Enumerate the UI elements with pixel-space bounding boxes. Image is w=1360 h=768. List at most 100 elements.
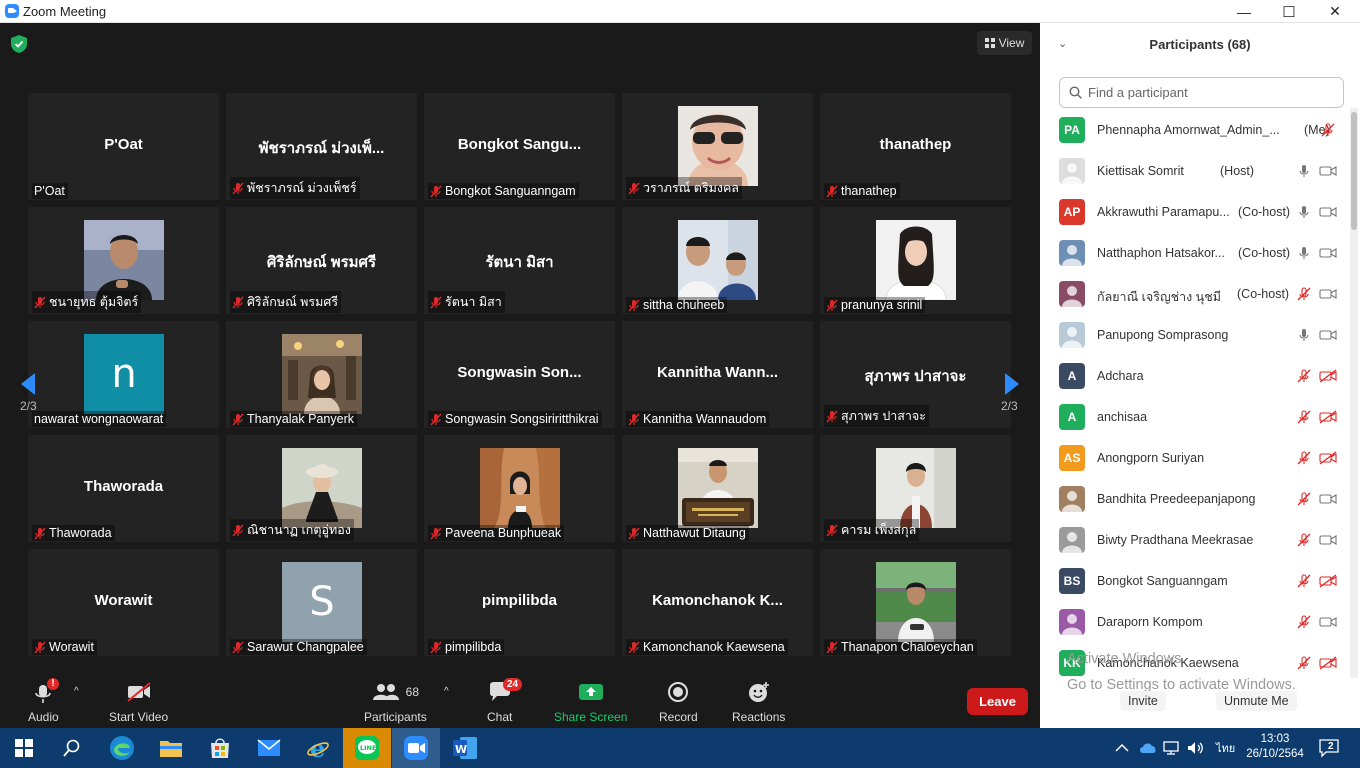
participant-video-tile[interactable]: Thaworada Thaworada — [28, 435, 219, 542]
show-hidden-icons-chevron-icon[interactable] — [1115, 728, 1129, 768]
participant-list-item[interactable]: Natthaphon Hatsakor... (Co-host) — [1040, 233, 1350, 274]
leave-button[interactable]: Leave — [967, 688, 1028, 715]
participant-video-tile[interactable]: pranunya srinil — [820, 207, 1011, 314]
video-camera-icon[interactable] — [1319, 533, 1337, 547]
participant-list-item[interactable]: A Adchara — [1040, 356, 1350, 397]
participant-list-item[interactable]: Bandhita Preedeepanjapong — [1040, 479, 1350, 520]
participant-list-item[interactable]: Kiettisak Somrit (Host) — [1040, 151, 1350, 192]
mail-icon[interactable] — [245, 728, 293, 768]
onedrive-cloud-icon[interactable] — [1139, 728, 1157, 768]
security-shield-icon[interactable] — [11, 35, 27, 53]
video-camera-icon[interactable] — [1319, 492, 1337, 506]
participant-list-item[interactable]: Aanchisaa — [1040, 397, 1350, 438]
participant-video-tile[interactable]: Kamonchanok K... Kamonchanok Kaewsena — [622, 549, 813, 656]
participant-video-tile[interactable]: pimpilibda pimpilibda — [424, 549, 615, 656]
microphone-icon[interactable] — [1297, 164, 1311, 178]
windows-start-icon[interactable] — [0, 728, 48, 768]
participant-video-tile[interactable]: sittha chuheeb — [622, 207, 813, 314]
muted-microphone-icon[interactable] — [1297, 615, 1311, 629]
video-camera-icon[interactable] — [1319, 205, 1337, 219]
line-app-icon[interactable]: LINE — [343, 728, 391, 768]
scrollbar-thumb[interactable] — [1351, 112, 1357, 230]
participant-list-item[interactable]: AS Anongporn Suriyan — [1040, 438, 1350, 479]
muted-microphone-icon[interactable] — [1297, 656, 1311, 670]
microsoft-store-icon[interactable] — [196, 728, 244, 768]
muted-microphone-icon[interactable] — [1297, 287, 1311, 301]
participant-video-tile[interactable]: Thanyalak Panyerk — [226, 321, 417, 428]
volume-icon[interactable] — [1187, 728, 1205, 768]
participant-list-item[interactable]: BS Bongkot Sanguanngam — [1040, 561, 1350, 602]
minimize-button[interactable]: — — [1221, 0, 1267, 23]
video-off-icon[interactable] — [1319, 410, 1337, 424]
close-button[interactable]: ✕ — [1312, 0, 1358, 23]
participant-list-item[interactable]: PA Phennapha Amornwat_Admin_... (Me) — [1040, 110, 1350, 151]
video-camera-icon[interactable] — [1319, 164, 1337, 178]
participant-list-item[interactable]: กัลยาณี เจริญช่าง นุชมี (Co-host) — [1040, 274, 1350, 315]
record-button[interactable]: Record — [659, 678, 698, 724]
participant-video-tile[interactable]: พัชราภรณ์ ม่วงเพ็... พัชราภรณ์ ม่วงเพ็ชร์ — [226, 93, 417, 200]
participant-video-tile[interactable]: ชนายุทธ ตุ้มจิตร์ — [28, 207, 219, 314]
microphone-icon[interactable] — [1297, 328, 1311, 342]
muted-microphone-icon[interactable] — [1321, 123, 1335, 137]
input-language-indicator[interactable]: ไทย — [1216, 728, 1235, 768]
participant-video-tile[interactable]: n nawarat wongnaowarat — [28, 321, 219, 428]
video-off-icon[interactable] — [1319, 369, 1337, 383]
participant-list-item[interactable]: AP Akkrawuthi Paramapu... (Co-host) — [1040, 192, 1350, 233]
muted-microphone-icon[interactable] — [1297, 533, 1311, 547]
video-camera-icon[interactable] — [1319, 328, 1337, 342]
invite-button[interactable]: Invite — [1120, 691, 1166, 711]
maximize-button[interactable]: ☐ — [1266, 0, 1312, 23]
muted-microphone-icon[interactable] — [1297, 574, 1311, 588]
edge-browser-icon[interactable] — [98, 728, 146, 768]
participant-video-tile[interactable]: Songwasin Son... Songwasin Songsiriritthi… — [424, 321, 615, 428]
muted-microphone-icon[interactable] — [1297, 369, 1311, 383]
participant-video-tile[interactable]: thanathep thanathep — [820, 93, 1011, 200]
participant-video-tile[interactable]: S Sarawut Changpalee — [226, 549, 417, 656]
participant-video-tile[interactable]: Natthawut Ditaung — [622, 435, 813, 542]
participant-list-item[interactable]: Biwty Pradthana Meekrasae — [1040, 520, 1350, 561]
participant-video-tile[interactable]: P'Oat P'Oat — [28, 93, 219, 200]
participant-video-tile[interactable]: ศิริลักษณ์ พรมศรี ศิริลักษณ์ พรมศรี — [226, 207, 417, 314]
participant-list-item[interactable]: Panupong Somprasong — [1040, 315, 1350, 356]
participant-video-tile[interactable]: วราภรณ์ ตริมงคล — [622, 93, 813, 200]
view-button[interactable]: View — [977, 31, 1032, 55]
file-explorer-icon[interactable] — [147, 728, 195, 768]
participant-video-tile[interactable]: Worawit Worawit — [28, 549, 219, 656]
participant-video-tile[interactable]: Thanapon Chaloeychan — [820, 549, 1011, 656]
network-icon[interactable] — [1163, 728, 1179, 768]
taskbar-clock[interactable]: 13:03 26/10/2564 — [1245, 732, 1305, 762]
muted-microphone-icon[interactable] — [1297, 451, 1311, 465]
participants-options-caret-icon[interactable]: ^ — [444, 686, 449, 697]
video-off-icon[interactable] — [1319, 574, 1337, 588]
audio-options-caret-icon[interactable]: ^ — [74, 686, 79, 697]
participant-list-item[interactable]: Daraporn Kompom — [1040, 602, 1350, 643]
word-icon[interactable]: W — [441, 728, 489, 768]
search-taskbar-icon[interactable] — [48, 728, 96, 768]
reactions-button[interactable]: Reactions — [732, 678, 785, 724]
participant-video-tile[interactable]: ณิชานาฏ เกตุอู่ทอง — [226, 435, 417, 542]
video-off-icon[interactable] — [1319, 656, 1337, 670]
video-camera-icon[interactable] — [1319, 287, 1337, 301]
muted-microphone-icon[interactable] — [1297, 410, 1311, 424]
participant-video-tile[interactable]: คารม เพ็งสกุล — [820, 435, 1011, 542]
participants-button[interactable]: 68 Participants — [364, 678, 427, 724]
participant-video-tile[interactable]: รัตนา มิสา รัตนา มิสา — [424, 207, 615, 314]
participant-video-tile[interactable]: Kannitha Wann... Kannitha Wannaudom — [622, 321, 813, 428]
microphone-icon[interactable] — [1297, 246, 1311, 260]
video-camera-icon[interactable] — [1319, 246, 1337, 260]
video-camera-icon[interactable] — [1319, 615, 1337, 629]
internet-explorer-icon[interactable]: e — [294, 728, 342, 768]
video-off-icon[interactable] — [1319, 451, 1337, 465]
share-screen-button[interactable]: Share Screen — [554, 678, 627, 724]
participant-search-input[interactable]: Find a participant — [1059, 77, 1344, 108]
unmute-me-button[interactable]: Unmute Me — [1216, 691, 1297, 711]
microphone-icon[interactable] — [1297, 205, 1311, 219]
start-video-button[interactable]: Start Video — [109, 678, 168, 724]
notification-center-icon[interactable]: 2 — [1318, 728, 1340, 768]
participant-list-scrollbar[interactable] — [1350, 108, 1358, 678]
participant-video-tile[interactable]: Paveena Bunphueak — [424, 435, 615, 542]
zoom-taskbar-icon[interactable] — [392, 728, 440, 768]
participant-video-tile[interactable]: Bongkot Sangu... Bongkot Sanguanngam — [424, 93, 615, 200]
participant-video-tile[interactable]: สุภาพร ปาสาจะ สุภาพร ปาสาจะ — [820, 321, 1011, 428]
muted-microphone-icon[interactable] — [1297, 492, 1311, 506]
